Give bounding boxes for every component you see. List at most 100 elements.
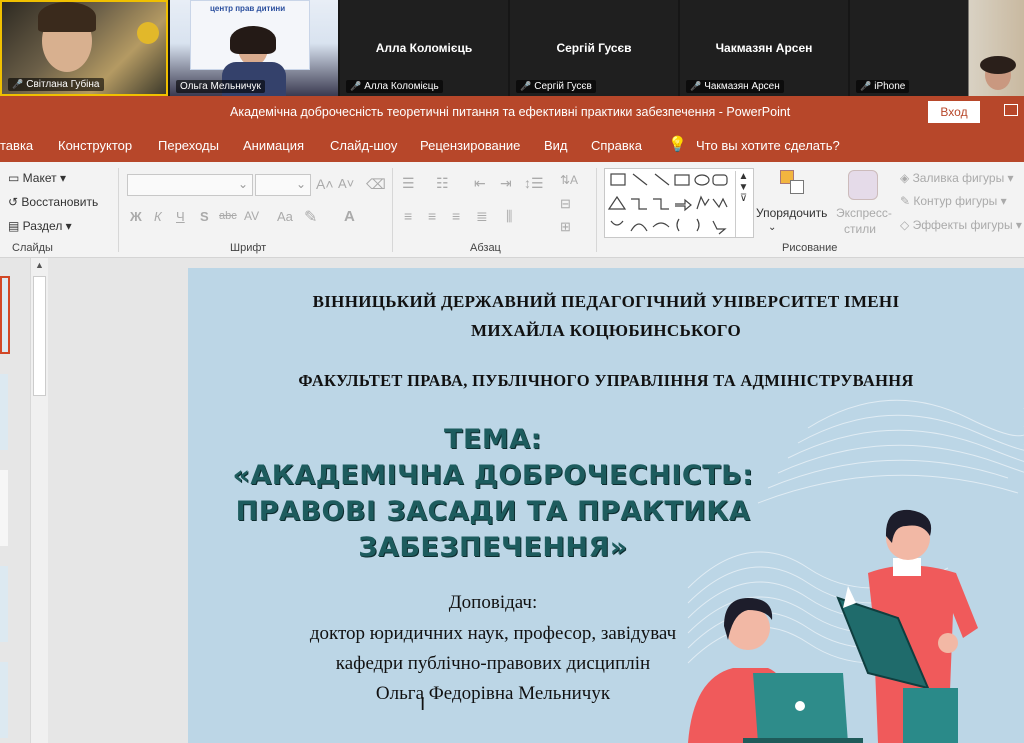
slide-thumbnail[interactable] [0, 374, 8, 450]
slide-title-line-1: «АКАДЕМІЧНА ДОБРОЧЕСНІСТЬ: [232, 460, 754, 491]
group-label-drawing: Рисование [782, 242, 838, 254]
man-illustration [836, 509, 978, 743]
bold-button[interactable]: Ж [130, 209, 142, 224]
gallery-more-icon[interactable]: ▲ ▼ ⊽ [735, 171, 751, 237]
highlight-icon[interactable]: ✎ [304, 207, 317, 227]
window-mode-icon[interactable] [1004, 104, 1018, 116]
smartart-icon[interactable]: ⊞ [560, 219, 571, 235]
quick-styles-button[interactable]: Экспресс- [836, 206, 892, 220]
tab-help[interactable]: Справка [591, 138, 642, 153]
group-label-paragraph: Абзац [470, 242, 501, 254]
participant-name-label: 🎤 Сергій Гусєв [516, 80, 596, 93]
italic-button[interactable]: К [154, 209, 162, 224]
tab-design[interactable]: Конструктор [58, 138, 132, 153]
bullets-icon[interactable]: ☰ [402, 175, 415, 192]
tab-transitions[interactable]: Переходы [158, 138, 219, 153]
slide-presenter-department: кафедри публічно-правових дисциплін [335, 653, 651, 674]
align-left-icon[interactable]: ≡ [404, 208, 412, 224]
layout-button[interactable]: ▭ Макет ▾ [8, 171, 66, 185]
shapes-gallery[interactable]: ▲ ▼ ⊽ [604, 168, 754, 238]
participant-name-label: 🎤 iPhone [856, 80, 910, 93]
participant-tile-6[interactable]: 🎤 iPhone [850, 0, 1024, 96]
arrange-icon [780, 170, 806, 196]
slide-canvas[interactable]: ВІННИЦЬКИЙ ДЕРЖАВНИЙ ПЕДАГОГІЧНИЙ УНІВЕР… [188, 268, 1024, 743]
participant-name-label: Ольга Мельничук [176, 80, 265, 93]
participant-name-label: 🎤 Алла Коломієць [346, 80, 443, 93]
mic-muted-icon: 🎤 [350, 81, 362, 91]
reset-icon: ↺ [8, 195, 22, 209]
tell-me-search[interactable]: Что вы хотите сделать? [696, 138, 840, 153]
tab-animations[interactable]: Анимация [243, 138, 304, 153]
participant-name-label: 🎤 Чакмазян Арсен [686, 80, 784, 93]
quick-styles-label-2: стили [844, 222, 876, 236]
participant-tile-4[interactable]: Сергій Гусєв 🎤 Сергій Гусєв [510, 0, 678, 96]
thumbnails-scrollbar[interactable]: ▲ [30, 258, 48, 743]
columns-icon[interactable]: ⫼ [506, 208, 512, 225]
text-cursor-icon: I [420, 694, 426, 715]
align-text-icon[interactable]: ⊟ [560, 196, 571, 212]
scroll-up-icon[interactable]: ▲ [35, 260, 44, 270]
shape-outline-button[interactable]: ✎ Контур фигуры ▾ [900, 194, 1007, 208]
lightbulb-icon: 💡 [668, 136, 687, 153]
slide-presenter-name: Ольга Федорівна Мельничук [375, 683, 611, 704]
section-button[interactable]: ▤ Раздел ▾ [8, 219, 72, 233]
shadow-button[interactable]: S [200, 209, 209, 224]
divider [596, 168, 597, 252]
chevron-down-icon: ⌄ [768, 222, 777, 233]
shrink-font-icon[interactable]: A˅ [338, 176, 354, 191]
shape-effects-button[interactable]: ◇ Эффекты фигуры ▾ [900, 218, 1022, 232]
title-bar: Академічна доброчесність теоретичні пита… [0, 96, 1024, 128]
shape-fill-button[interactable]: ◈ Заливка фигуры ▾ [900, 171, 1014, 185]
participant-tile-2[interactable]: центр прав дитини Ольга Мельничук [170, 0, 338, 96]
increase-indent-icon[interactable]: ⇥ [500, 175, 512, 192]
change-case-button[interactable]: Aa [277, 209, 293, 224]
participant-tile-5[interactable]: Чакмазян Арсен 🎤 Чакмазян Арсен [680, 0, 848, 96]
shapes-gallery-icons [607, 173, 728, 235]
line-spacing-icon[interactable]: ↕☰ [524, 175, 544, 192]
slide-thumbnail[interactable] [0, 662, 8, 738]
align-right-icon[interactable]: ≡ [452, 208, 460, 224]
tab-insert[interactable]: тавка [0, 138, 33, 153]
arrange-button[interactable]: Упорядочить [756, 206, 827, 220]
font-color-icon[interactable]: A [344, 208, 355, 225]
slide-thumbnail[interactable] [0, 566, 8, 642]
chevron-down-icon: ⌄ [237, 177, 248, 191]
font-name-select[interactable]: ⌄ [127, 174, 253, 196]
slide-title-line-2: ПРАВОВІ ЗАСАДИ ТА ПРАКТИКА [235, 496, 751, 527]
font-size-select[interactable]: ⌄ [255, 174, 311, 196]
layout-icon: ▭ [8, 171, 23, 185]
align-center-icon[interactable]: ≡ [428, 208, 436, 224]
numbering-icon[interactable]: ☷ [436, 175, 449, 192]
section-icon: ▤ [8, 219, 23, 233]
mic-muted-icon: 🎤 [860, 81, 872, 91]
tab-slideshow[interactable]: Слайд-шоу [330, 138, 397, 153]
sign-in-button[interactable]: Вход [928, 101, 980, 123]
participant-tile-1[interactable]: 🎤 Світлана Губіна [0, 0, 168, 96]
grow-font-icon[interactable]: A˄ [316, 176, 334, 192]
text-direction-icon[interactable]: ⇅A [560, 173, 578, 187]
slide-thumbnail[interactable] [0, 470, 8, 546]
slide-university-line-2: МИХАЙЛА КОЦЮБИНСЬКОГО [471, 321, 741, 340]
slide-theme-label: ТЕМА: [444, 424, 542, 455]
slide-thumbnail-active[interactable] [0, 276, 10, 354]
tab-review[interactable]: Рецензирование [420, 138, 520, 153]
participant-tile-3[interactable]: Алла Коломієць 🎤 Алла Коломієць [340, 0, 508, 96]
divider [392, 168, 393, 252]
underline-button[interactable]: Ч [176, 209, 185, 224]
decrease-indent-icon[interactable]: ⇤ [474, 175, 486, 192]
pen-icon: ✎ [900, 194, 914, 208]
slide-presenter-degree: доктор юридичних наук, професор, завідув… [309, 623, 677, 644]
mic-muted-icon: 🎤 [12, 79, 24, 89]
window-title: Академічна доброчесність теоретичні пита… [230, 105, 791, 119]
scrollbar-thumb[interactable] [33, 276, 46, 396]
slide-faculty: ФАКУЛЬТЕТ ПРАВА, ПУБЛІЧНОГО УПРАВЛІННЯ Т… [298, 371, 914, 390]
clear-format-icon[interactable]: ⌫ [366, 176, 386, 193]
reset-button[interactable]: ↺ Восстановить [8, 195, 98, 209]
char-spacing-button[interactable]: AV [244, 209, 259, 223]
slide-title-line-3: ЗАБЕЗПЕЧЕННЯ» [358, 532, 628, 563]
ribbon: ▭ Макет ▾ ↺ Восстановить ▤ Раздел ▾ Слай… [0, 162, 1024, 258]
justify-icon[interactable]: ≣ [476, 208, 488, 225]
tab-view[interactable]: Вид [544, 138, 568, 153]
strikethrough-button[interactable]: abc [219, 210, 237, 222]
effects-icon: ◇ [900, 218, 913, 232]
